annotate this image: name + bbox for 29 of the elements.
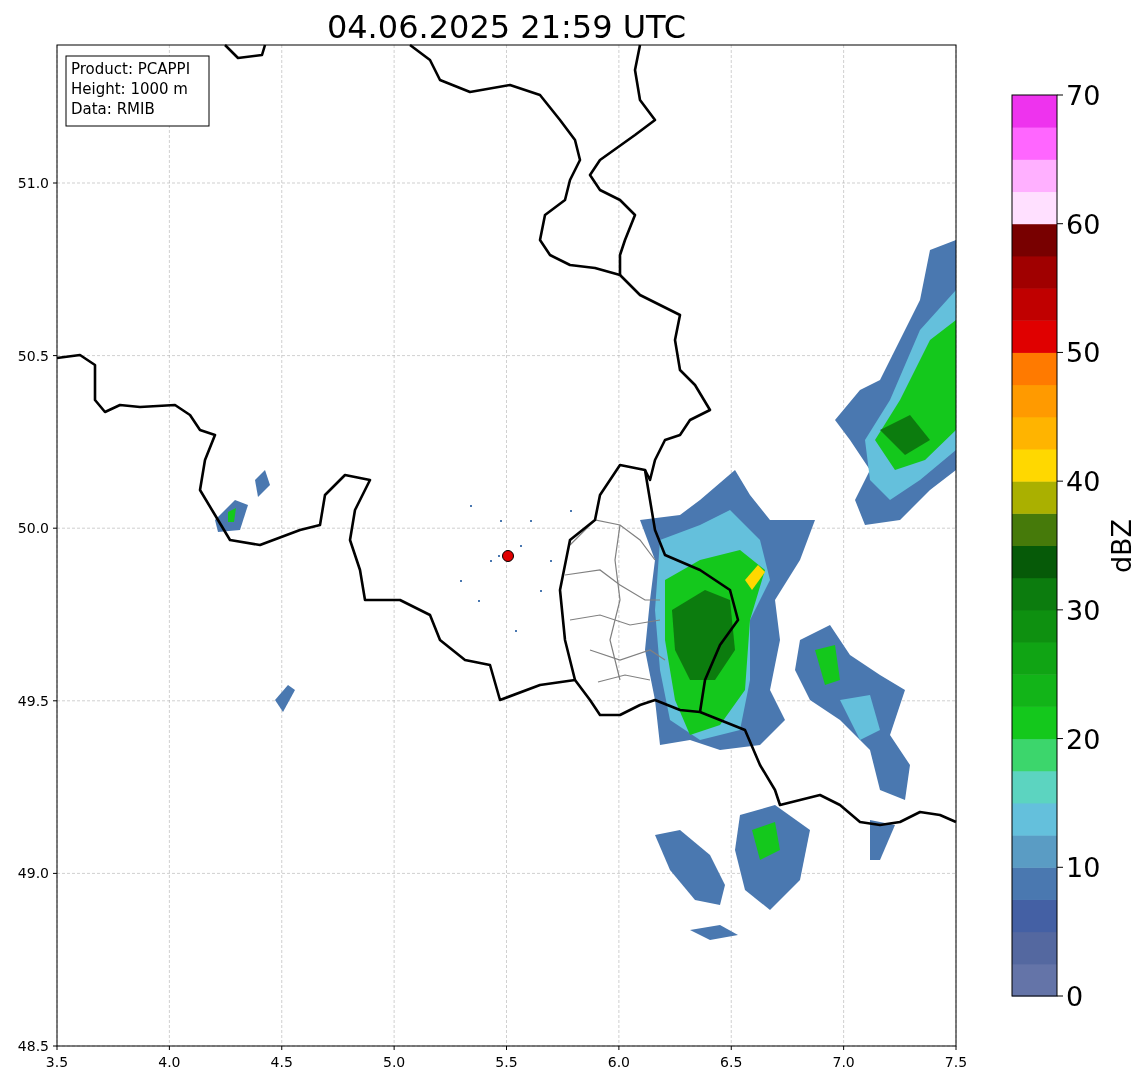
y-axis-tick-label: 49.0 — [17, 865, 49, 882]
colorbar-tick-label: 10 — [1066, 852, 1101, 884]
y-axis-tick-label: 50.0 — [17, 520, 49, 537]
info-text: Product: PCAPPI — [71, 60, 191, 78]
x-axis-tick-label: 7.0 — [832, 1054, 855, 1070]
colorbar-tick-label: 20 — [1066, 723, 1101, 755]
x-axis-tick-label: 6.5 — [720, 1054, 743, 1070]
x-axis-tick-label: 3.5 — [45, 1054, 69, 1070]
colorbar-tick-label: 0 — [1066, 981, 1084, 1012]
colorbar-tick-label: 50 — [1066, 337, 1101, 369]
x-axis-tick-label: 5.0 — [383, 1054, 406, 1070]
x-axis-tick-label: 4.0 — [158, 1054, 181, 1070]
y-axis-tick-label: 50.5 — [17, 347, 49, 364]
x-axis-tick-label: 5.5 — [495, 1054, 518, 1070]
y-axis-tick-label: 49.5 — [17, 692, 49, 709]
radar-site-marker — [502, 550, 514, 562]
chart-title: 04.06.2025 21:59 UTC — [326, 8, 687, 46]
info-text: Data: RMIB — [71, 100, 155, 118]
colorbar-tick-label: 30 — [1066, 594, 1101, 626]
colorbar-label: dBZ — [1106, 518, 1137, 574]
x-axis-tick-label: 6.0 — [607, 1054, 630, 1070]
colorbar-tick-label: 60 — [1066, 208, 1101, 240]
y-axis-tick-label: 48.5 — [17, 1038, 49, 1054]
colorbar-tick-label: 40 — [1066, 466, 1101, 498]
x-axis-tick-label: 4.5 — [270, 1054, 293, 1070]
info-text: Height: 1000 m — [71, 80, 188, 98]
y-axis-tick-label: 51.0 — [17, 175, 49, 191]
colorbar-tick-label: 70 — [1066, 80, 1101, 111]
x-axis-tick-label: 7.5 — [944, 1054, 968, 1070]
